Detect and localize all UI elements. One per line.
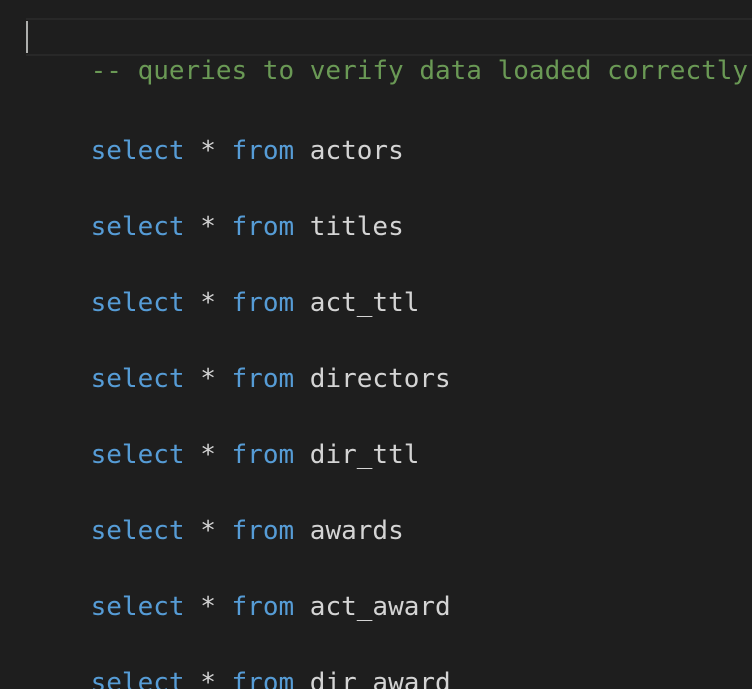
code-line[interactable]: select * from act_ttl bbox=[28, 246, 420, 318]
keyword-select: select bbox=[90, 288, 185, 318]
code-editor[interactable]: -- queries to verify data loaded correct… bbox=[0, 0, 752, 689]
keyword-from: from bbox=[231, 364, 295, 394]
keyword-from: from bbox=[231, 288, 295, 318]
code-line[interactable]: select * from actors bbox=[28, 94, 404, 166]
keyword-from: from bbox=[231, 212, 295, 242]
operator-star: * bbox=[200, 136, 216, 166]
operator-star: * bbox=[200, 668, 216, 689]
comment-text: -- queries to verify data loaded correct… bbox=[90, 56, 749, 86]
operator-star: * bbox=[200, 440, 216, 470]
operator-star: * bbox=[200, 288, 216, 318]
keyword-from: from bbox=[231, 440, 295, 470]
table-name: dir_ttl bbox=[309, 440, 420, 470]
text-cursor bbox=[26, 21, 28, 53]
code-line[interactable]: select * from dir_award bbox=[28, 626, 451, 689]
operator-star: * bbox=[200, 516, 216, 546]
operator-star: * bbox=[200, 364, 216, 394]
keyword-from: from bbox=[231, 516, 295, 546]
keyword-select: select bbox=[90, 364, 185, 394]
code-line[interactable]: select * from directors bbox=[28, 322, 451, 394]
table-name: awards bbox=[309, 516, 404, 546]
table-name: act_award bbox=[309, 592, 451, 622]
table-name: dir_award bbox=[309, 668, 451, 689]
keyword-from: from bbox=[231, 668, 295, 689]
table-name: directors bbox=[309, 364, 451, 394]
keyword-select: select bbox=[90, 592, 185, 622]
table-name: titles bbox=[309, 212, 404, 242]
keyword-select: select bbox=[90, 136, 185, 166]
table-name: actors bbox=[309, 136, 404, 166]
code-line[interactable]: select * from dir_ttl bbox=[28, 398, 420, 470]
keyword-select: select bbox=[90, 212, 185, 242]
table-name: act_ttl bbox=[309, 288, 420, 318]
keyword-select: select bbox=[90, 668, 185, 689]
keyword-select: select bbox=[90, 440, 185, 470]
keyword-select: select bbox=[90, 516, 185, 546]
code-line[interactable]: select * from act_award bbox=[28, 550, 451, 622]
keyword-from: from bbox=[231, 592, 295, 622]
keyword-from: from bbox=[231, 136, 295, 166]
code-line[interactable]: select * from awards bbox=[28, 474, 404, 546]
operator-star: * bbox=[200, 592, 216, 622]
code-line[interactable]: select * from titles bbox=[28, 170, 404, 242]
comment-line[interactable]: -- queries to verify data loaded correct… bbox=[26, 18, 752, 86]
operator-star: * bbox=[200, 212, 216, 242]
